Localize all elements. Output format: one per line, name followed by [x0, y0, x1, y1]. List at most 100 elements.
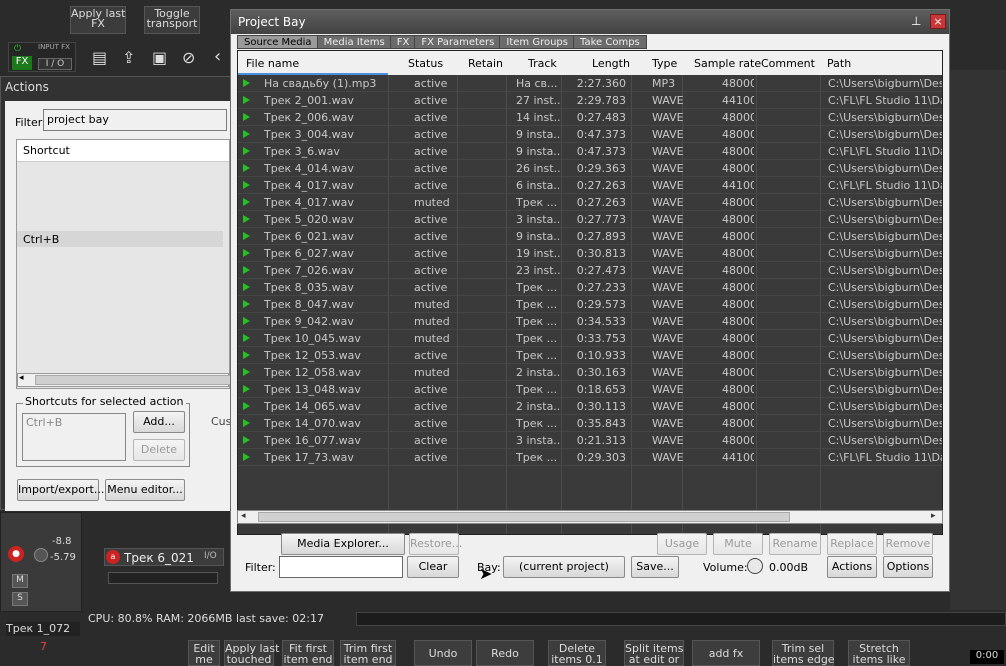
project-bay-titlebar[interactable]: Project Bay ⊥ ×	[231, 10, 949, 34]
undo-button[interactable]: Undo	[414, 640, 472, 666]
trim-sel-items-edge-button[interactable]: Trim sel items edge	[772, 640, 835, 666]
open-icon[interactable]: ⇪	[122, 48, 135, 67]
track-name[interactable]: Трек 6_021	[124, 551, 194, 565]
table-hscroll[interactable]: ◂ ▸	[237, 510, 943, 524]
shortcut-column-header[interactable]: Shortcut	[17, 140, 229, 162]
play-icon[interactable]	[243, 96, 250, 104]
usage-button[interactable]: Usage	[657, 533, 707, 555]
track-io-button[interactable]: I/O	[204, 551, 217, 561]
solo-button[interactable]: S	[12, 592, 28, 606]
table-row[interactable]: Трек 5_020.wav active 3 insta... 0:27.773 WA…	[238, 211, 942, 228]
io-button[interactable]: I / O	[38, 58, 72, 70]
play-icon[interactable]	[243, 453, 250, 461]
play-icon[interactable]	[243, 249, 250, 257]
col-status[interactable]: Status	[408, 57, 443, 70]
col-type[interactable]: Type	[652, 57, 677, 70]
scroll-thumb[interactable]	[35, 375, 235, 385]
clear-button[interactable]: Clear	[407, 556, 459, 578]
table-row[interactable]: На свадьбу (1).mp3 active На св... 2:27.360…	[238, 75, 942, 92]
play-icon[interactable]	[243, 300, 250, 308]
col-track[interactable]: Track	[528, 57, 557, 70]
col-path[interactable]: Path	[827, 57, 851, 70]
split-items-button[interactable]: Split items at edit or	[624, 640, 684, 666]
play-icon[interactable]	[243, 164, 250, 172]
play-icon[interactable]	[243, 334, 250, 342]
apply-last-touched-button[interactable]: Apply last touched	[224, 640, 279, 666]
table-row[interactable]: Трек 3_004.wav active 9 insta... 0:47.373 WA…	[238, 126, 942, 143]
shortcut-list[interactable]: Ctrl+B	[22, 413, 126, 461]
source-media-table[interactable]: File name Status Retain Track Length Typ…	[237, 50, 943, 535]
play-icon[interactable]	[243, 351, 250, 359]
table-row[interactable]: Трек 4_014.wav active 26 inst... 0:29.363 WA…	[238, 160, 942, 177]
play-icon[interactable]	[243, 215, 250, 223]
table-row[interactable]: Трек 12_053.wav active Трек ... 0:10.933 WAV…	[238, 347, 942, 364]
play-icon[interactable]	[243, 368, 250, 376]
delete-items-button[interactable]: Delete items 0.1	[548, 640, 606, 666]
menu-editor-button[interactable]: Menu editor...	[105, 479, 185, 501]
table-row[interactable]: Трек 4_017.wav active 6 insta... 0:27.263 WA…	[238, 177, 942, 194]
table-row[interactable]: Трек 8_035.wav active Трек ... 0:27.233 WAVE…	[238, 279, 942, 296]
table-row[interactable]: Трек 14_070.wav active Трек ... 0:35.843 WAV…	[238, 415, 942, 432]
power-icon[interactable]: ⏻	[14, 44, 28, 54]
rename-button[interactable]: Rename	[769, 533, 821, 555]
current-project-select[interactable]: (current project)	[503, 556, 625, 578]
play-icon[interactable]	[243, 79, 250, 87]
track-record-icon[interactable]: a	[106, 550, 120, 564]
scroll-left-icon[interactable]: ◂	[19, 373, 24, 383]
fit-first-item-end-button[interactable]: Fit first item end	[282, 640, 334, 666]
play-icon[interactable]	[243, 419, 250, 427]
restore-button[interactable]: Restore...	[409, 533, 462, 555]
add-fx-button[interactable]: add fx	[692, 640, 760, 666]
mute-button[interactable]: Mute	[713, 533, 763, 555]
track-volume-fader[interactable]	[108, 572, 218, 584]
play-icon[interactable]	[243, 232, 250, 240]
play-icon[interactable]	[243, 317, 250, 325]
table-row[interactable]: Трек 3_6.wav active 9 insta... 0:47.373 WAVE…	[238, 143, 942, 160]
toggle-transport-button[interactable]: Toggle transport	[144, 6, 200, 34]
tab-fx[interactable]: FX	[389, 35, 417, 49]
table-row[interactable]: Трек 8_047.wav muted Трек ... 0:29.573 WAVE 4…	[238, 296, 942, 313]
table-row[interactable]: Трек 6_027.wav active 19 inst... 0:30.813 WA…	[238, 245, 942, 262]
table-row[interactable]: Трек 16_077.wav active 3 insta... 0:21.313 W…	[238, 432, 942, 449]
timeline-scrollbar[interactable]	[356, 612, 1006, 626]
play-icon[interactable]	[243, 198, 250, 206]
col-sample-rate[interactable]: Sample rate	[694, 57, 761, 70]
play-icon[interactable]	[243, 147, 250, 155]
play-icon[interactable]	[243, 113, 250, 121]
media-explorer-button[interactable]: Media Explorer...	[281, 533, 405, 555]
tab-item-groups[interactable]: Item Groups	[499, 35, 575, 49]
edit-me-button[interactable]: Edit me	[188, 640, 220, 666]
arrow-left-icon[interactable]: ‹	[214, 46, 221, 67]
actions-list[interactable]	[16, 139, 230, 389]
play-icon[interactable]	[243, 181, 250, 189]
clipboard-icon[interactable]: ▤	[92, 48, 107, 67]
apply-last-fx-button[interactable]: Apply last FX	[70, 6, 126, 34]
play-icon[interactable]	[243, 385, 250, 393]
filter-input[interactable]: project bay	[43, 109, 227, 131]
scroll-thumb[interactable]	[258, 512, 790, 522]
col-comment[interactable]: Comment	[761, 57, 815, 70]
play-icon[interactable]	[243, 402, 250, 410]
tab-media-items[interactable]: Media Items	[316, 35, 392, 49]
scroll-right-icon[interactable]: ▸	[931, 511, 936, 521]
bay-filter-input[interactable]	[279, 556, 403, 578]
options-button[interactable]: Options	[883, 556, 933, 578]
save-bay-button[interactable]: Save...	[631, 556, 679, 578]
close-icon[interactable]: ×	[930, 14, 946, 29]
table-row[interactable]: Трек 2_001.wav active 27 inst... 2:29.783 WA…	[238, 92, 942, 109]
table-row[interactable]: Трек 10_045.wav muted Трек ... 0:33.753 WAVE…	[238, 330, 942, 347]
table-row[interactable]: Трек 13_048.wav active Трек ... 0:18.653 WAV…	[238, 381, 942, 398]
col-length[interactable]: Length	[592, 57, 630, 70]
selected-action-row[interactable]: Ctrl+B	[17, 231, 223, 247]
redo-button[interactable]: Redo	[476, 640, 534, 666]
table-row[interactable]: Трек 12_058.wav muted 2 insta... 0:30.163 WA…	[238, 364, 942, 381]
tab-take-comps[interactable]: Take Comps	[573, 35, 647, 49]
pan-knob-icon[interactable]	[34, 548, 48, 562]
table-row[interactable]: Трек 14_065.wav active 2 insta... 0:30.113 W…	[238, 398, 942, 415]
play-icon[interactable]	[243, 130, 250, 138]
table-row[interactable]: Трек 4_017.wav muted Трек ... 0:27.263 WAVE 4…	[238, 194, 942, 211]
record-arm-icon[interactable]: ●	[8, 546, 24, 562]
add-shortcut-button[interactable]: Add...	[133, 411, 185, 433]
stretch-items-button[interactable]: Stretch items like	[848, 640, 910, 666]
table-row[interactable]: Трек 7_026.wav active 23 inst... 0:27.473 WA…	[238, 262, 942, 279]
